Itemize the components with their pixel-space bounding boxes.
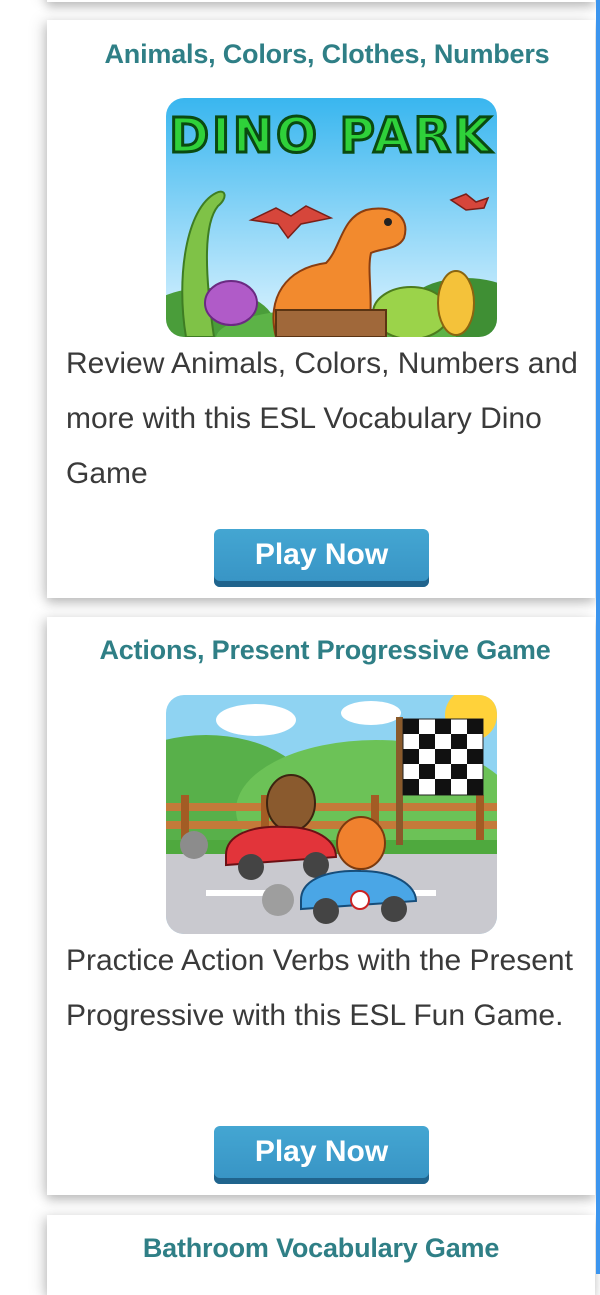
play-now-button[interactable]: Play Now — [214, 1126, 429, 1184]
game-card-dino: Animals, Colors, Clothes, Numbers DINO P… — [47, 20, 595, 598]
game-description: Review Animals, Colors, Numbers and more… — [66, 347, 578, 490]
game-thumbnail-race[interactable] — [166, 695, 497, 934]
game-card-bathroom: Bathroom Vocabulary Game — [47, 1215, 595, 1295]
game-card-actions: Actions, Present Progressive Game Practi… — [47, 617, 595, 1195]
game-title[interactable]: Bathroom Vocabulary Game — [47, 1233, 595, 1264]
game-title[interactable]: Actions, Present Progressive Game — [43, 635, 600, 666]
play-now-button[interactable]: Play Now — [214, 529, 429, 587]
game-description: Practice Action Verbs with the Present P… — [66, 944, 573, 1032]
game-title[interactable]: Animals, Colors, Clothes, Numbers — [53, 39, 600, 70]
right-accent-bar — [596, 0, 600, 1274]
dino-park-banner: DINO PARK — [169, 108, 493, 164]
game-thumbnail-dino-park[interactable]: DINO PARK — [166, 98, 497, 337]
previous-card-edge — [47, 0, 595, 2]
